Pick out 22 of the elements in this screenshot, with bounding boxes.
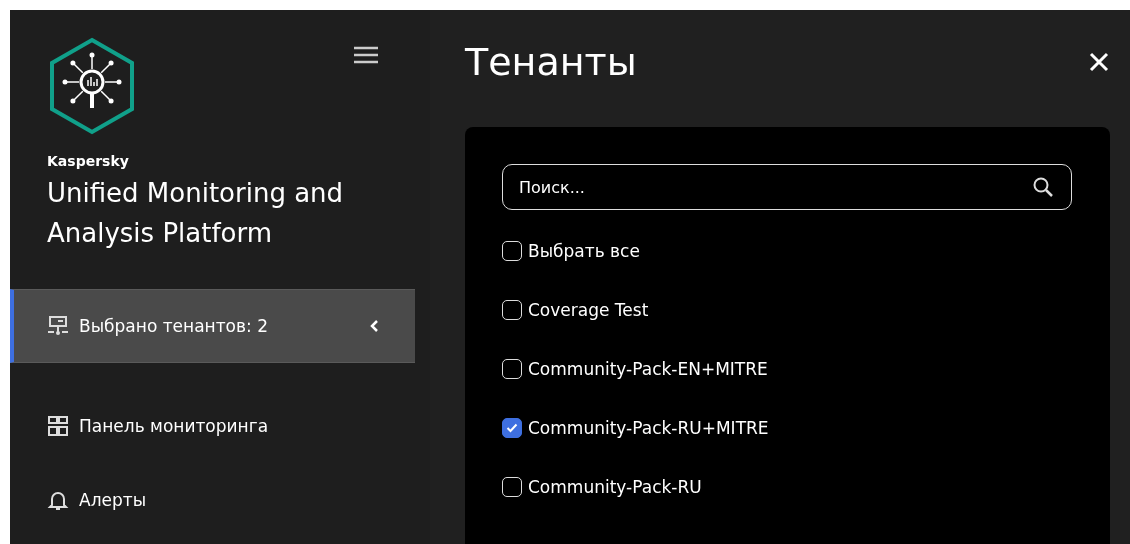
menu-button[interactable] bbox=[352, 45, 380, 65]
sidebar-item[interactable]: Панель мониторинга bbox=[10, 389, 415, 463]
server-icon bbox=[47, 315, 69, 337]
checkmark-icon bbox=[506, 422, 518, 433]
sidebar-item[interactable]: Выбрано тенантов: 2 bbox=[10, 289, 415, 363]
search-icon bbox=[1032, 176, 1054, 198]
checkbox-label: Community-Pack-EN+MITRE bbox=[528, 358, 768, 379]
panel-title: Тенанты bbox=[465, 40, 637, 84]
checkbox-label: Coverage Test bbox=[528, 299, 649, 320]
logo-icon bbox=[47, 37, 137, 135]
search-field[interactable]: Поиск... bbox=[502, 164, 1072, 210]
checkbox-label: Community-Pack-RU bbox=[528, 476, 702, 497]
chevron-left-icon bbox=[369, 319, 379, 333]
checkbox-label: Выбрать все bbox=[528, 240, 640, 261]
bell-icon bbox=[47, 489, 69, 511]
checkbox[interactable] bbox=[502, 417, 522, 438]
sidebar-item[interactable]: Алерты bbox=[10, 463, 415, 537]
brand-name: Kaspersky bbox=[47, 153, 130, 169]
checkbox-label: Community-Pack-RU+MITRE bbox=[528, 417, 769, 438]
product-title: Unified Monitoring and Analysis Platform bbox=[47, 177, 345, 250]
close-button[interactable] bbox=[1088, 51, 1110, 73]
dashboard-icon bbox=[47, 415, 69, 437]
